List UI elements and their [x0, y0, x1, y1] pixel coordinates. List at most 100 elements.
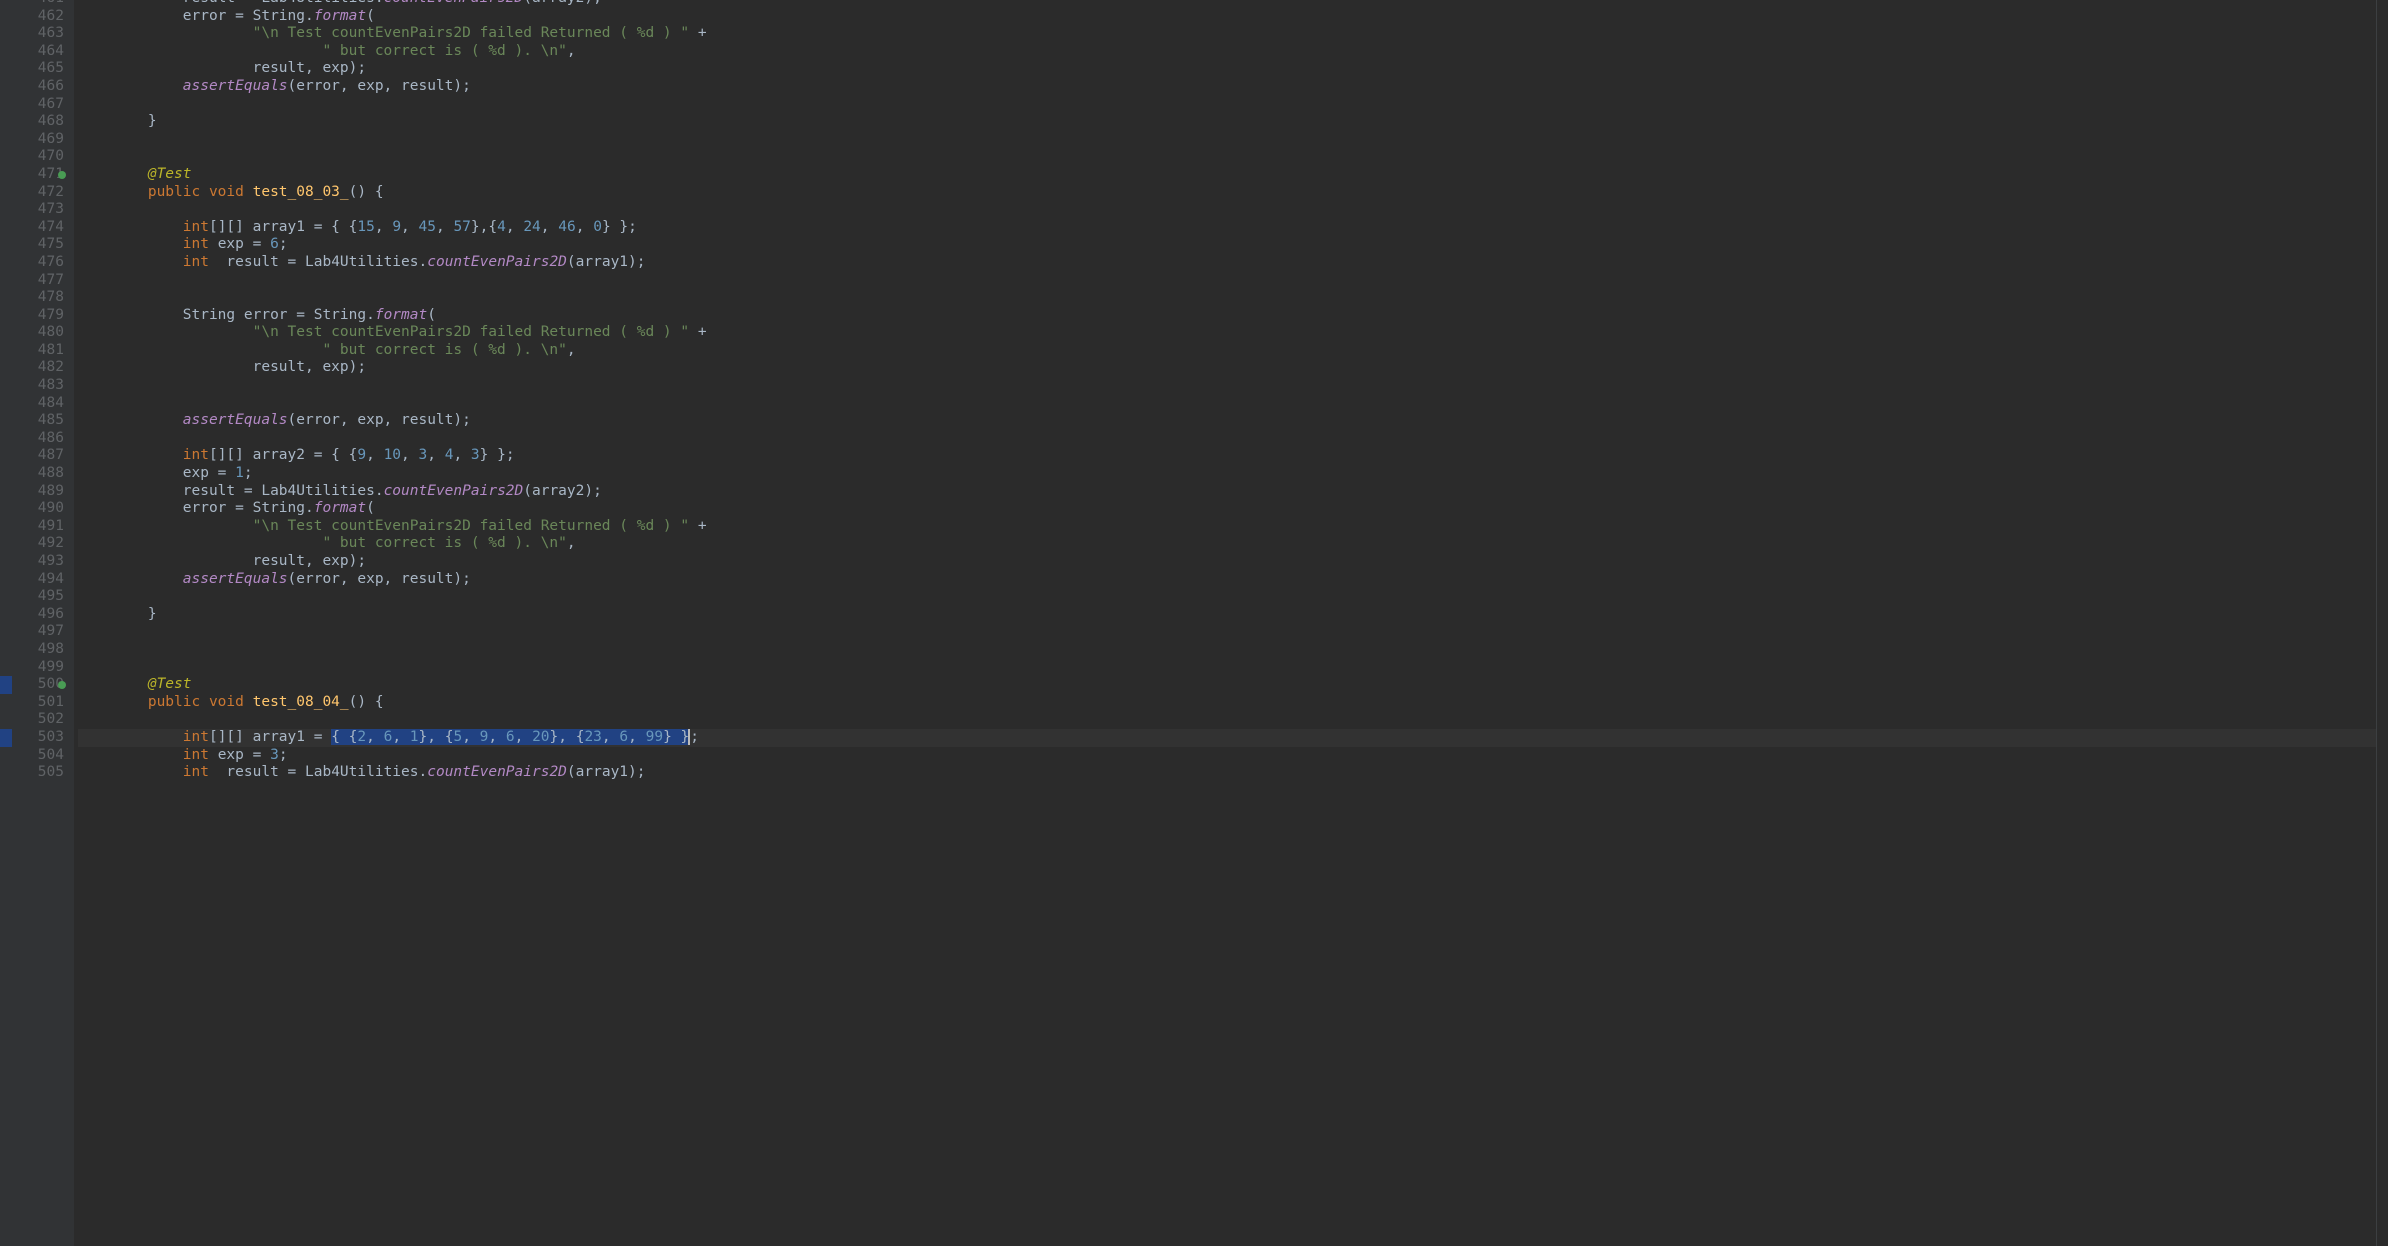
code-line[interactable]: [78, 623, 2376, 641]
line-number[interactable]: 477: [18, 272, 64, 290]
code-line[interactable]: [78, 430, 2376, 448]
code-line[interactable]: error = String.format(: [78, 500, 2376, 518]
code-line[interactable]: [78, 395, 2376, 413]
minimap-scrollbar[interactable]: [2376, 0, 2388, 1246]
code-line[interactable]: [78, 588, 2376, 606]
line-number[interactable]: 471: [18, 166, 64, 184]
code-line[interactable]: public void test_08_04_() {: [78, 694, 2376, 712]
code-line[interactable]: int[][] array2 = { {9, 10, 3, 4, 3} };: [78, 447, 2376, 465]
code-line[interactable]: [78, 377, 2376, 395]
line-number[interactable]: 492: [18, 535, 64, 553]
line-number[interactable]: 465: [18, 60, 64, 78]
code-line[interactable]: result, exp);: [78, 553, 2376, 571]
code-line[interactable]: " but correct is ( %d ). \n",: [78, 342, 2376, 360]
code-line[interactable]: error = String.format(: [78, 8, 2376, 26]
line-number[interactable]: 476: [18, 254, 64, 272]
code-line[interactable]: public void test_08_03_() {: [78, 184, 2376, 202]
code-line[interactable]: result, exp);: [78, 359, 2376, 377]
line-number[interactable]: 504: [18, 747, 64, 765]
line-number[interactable]: 505: [18, 764, 64, 782]
line-number[interactable]: 502: [18, 711, 64, 729]
line-number[interactable]: 472: [18, 184, 64, 202]
line-number[interactable]: 483: [18, 377, 64, 395]
line-number[interactable]: 481: [18, 342, 64, 360]
line-number[interactable]: 461: [18, 0, 64, 8]
run-gutter-icon[interactable]: [58, 171, 66, 179]
code-line[interactable]: [78, 289, 2376, 307]
code-line[interactable]: [78, 131, 2376, 149]
code-line[interactable]: }: [78, 606, 2376, 624]
code-line[interactable]: [78, 96, 2376, 114]
line-number[interactable]: 478: [18, 289, 64, 307]
line-number[interactable]: 499: [18, 659, 64, 677]
line-number[interactable]: 469: [18, 131, 64, 149]
line-number[interactable]: 493: [18, 553, 64, 571]
code-editor[interactable]: 4614624634644654664674684694704714724734…: [0, 0, 2388, 1246]
line-number[interactable]: 500: [18, 676, 64, 694]
code-line[interactable]: " but correct is ( %d ). \n",: [78, 43, 2376, 61]
line-number[interactable]: 480: [18, 324, 64, 342]
line-number[interactable]: 479: [18, 307, 64, 325]
code-line[interactable]: [78, 201, 2376, 219]
code-line[interactable]: [78, 659, 2376, 677]
line-number[interactable]: 501: [18, 694, 64, 712]
text-selection: 5: [453, 729, 462, 745]
code-line[interactable]: "\n Test countEvenPairs2D failed Returne…: [78, 324, 2376, 342]
code-line[interactable]: [78, 272, 2376, 290]
code-line[interactable]: int result = Lab4Utilities.countEvenPair…: [78, 764, 2376, 782]
line-number[interactable]: 462: [18, 8, 64, 26]
code-line[interactable]: result = Lab4Utilities.countEvenPairs2D(…: [78, 0, 2376, 8]
code-line[interactable]: }: [78, 113, 2376, 131]
line-number[interactable]: 488: [18, 465, 64, 483]
code-line[interactable]: int exp = 6;: [78, 236, 2376, 254]
line-number[interactable]: 495: [18, 588, 64, 606]
line-number[interactable]: 484: [18, 395, 64, 413]
line-number[interactable]: 475: [18, 236, 64, 254]
line-number[interactable]: 498: [18, 641, 64, 659]
line-number[interactable]: 487: [18, 447, 64, 465]
line-number[interactable]: 466: [18, 78, 64, 96]
code-line[interactable]: @Test: [78, 166, 2376, 184]
code-line[interactable]: result = Lab4Utilities.countEvenPairs2D(…: [78, 483, 2376, 501]
code-line[interactable]: exp = 1;: [78, 465, 2376, 483]
line-number[interactable]: 468: [18, 113, 64, 131]
code-line[interactable]: "\n Test countEvenPairs2D failed Returne…: [78, 25, 2376, 43]
line-number[interactable]: 464: [18, 43, 64, 61]
code-line[interactable]: assertEquals(error, exp, result);: [78, 571, 2376, 589]
line-number[interactable]: 497: [18, 623, 64, 641]
code-line[interactable]: assertEquals(error, exp, result);: [78, 412, 2376, 430]
line-number[interactable]: 494: [18, 571, 64, 589]
code-line[interactable]: int exp = 3;: [78, 747, 2376, 765]
code-line[interactable]: [78, 148, 2376, 166]
line-number[interactable]: 490: [18, 500, 64, 518]
line-number[interactable]: 467: [18, 96, 64, 114]
code-line[interactable]: " but correct is ( %d ). \n",: [78, 535, 2376, 553]
line-number[interactable]: 489: [18, 483, 64, 501]
code-line[interactable]: [78, 711, 2376, 729]
line-number-gutter[interactable]: 4614624634644654664674684694704714724734…: [12, 0, 74, 1246]
line-number[interactable]: 485: [18, 412, 64, 430]
line-number[interactable]: 496: [18, 606, 64, 624]
code-line[interactable]: int result = Lab4Utilities.countEvenPair…: [78, 254, 2376, 272]
code-line[interactable]: int[][] array1 = { {2, 6, 1}, {5, 9, 6, …: [78, 729, 2376, 747]
line-number[interactable]: 463: [18, 25, 64, 43]
line-number[interactable]: 503: [18, 729, 64, 747]
line-number[interactable]: 473: [18, 201, 64, 219]
code-line[interactable]: "\n Test countEvenPairs2D failed Returne…: [78, 518, 2376, 536]
text-selection: ,: [462, 729, 479, 745]
line-number[interactable]: 470: [18, 148, 64, 166]
code-line[interactable]: assertEquals(error, exp, result);: [78, 78, 2376, 96]
text-selection: ,: [628, 729, 645, 745]
code-line[interactable]: @Test: [78, 676, 2376, 694]
code-line[interactable]: result, exp);: [78, 60, 2376, 78]
line-number[interactable]: 491: [18, 518, 64, 536]
line-number[interactable]: 486: [18, 430, 64, 448]
line-number[interactable]: 482: [18, 359, 64, 377]
run-gutter-icon[interactable]: [58, 681, 66, 689]
code-area[interactable]: result = Lab4Utilities.countEvenPairs2D(…: [74, 0, 2376, 1246]
gutter-selection-stripe: [0, 729, 12, 747]
code-line[interactable]: [78, 641, 2376, 659]
code-line[interactable]: String error = String.format(: [78, 307, 2376, 325]
code-line[interactable]: int[][] array1 = { {15, 9, 45, 57},{4, 2…: [78, 219, 2376, 237]
line-number[interactable]: 474: [18, 219, 64, 237]
